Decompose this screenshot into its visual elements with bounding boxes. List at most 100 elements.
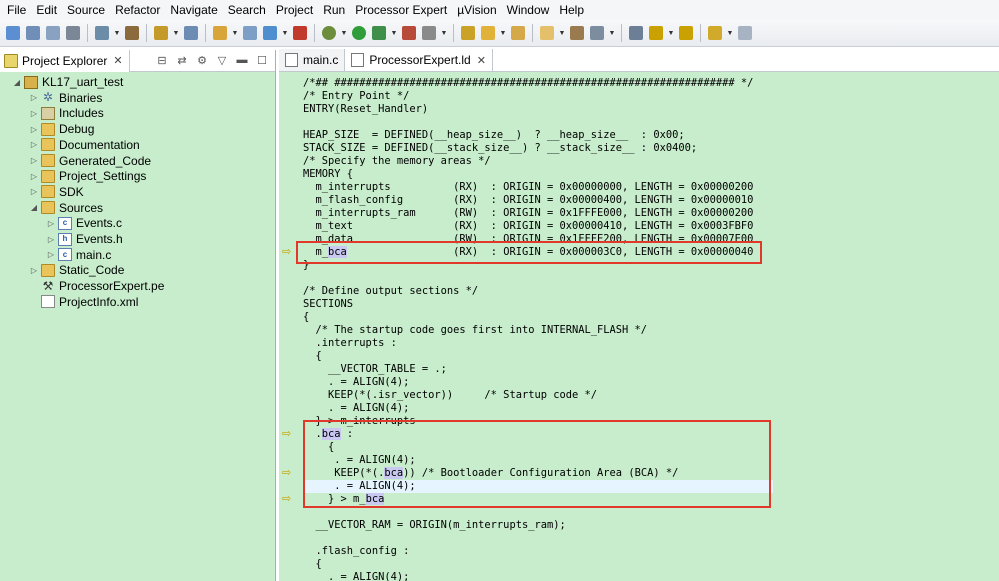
minimize-icon[interactable]: ▬ [235,53,249,67]
collapsed-arrow-icon[interactable]: ▷ [29,93,39,102]
new-project-button[interactable] [211,24,229,42]
processor-expert-button[interactable] [291,24,309,42]
open-folder-button[interactable] [509,24,527,42]
collapsed-arrow-icon[interactable]: ▷ [29,266,39,275]
link-editor-icon[interactable]: ⇄ [175,53,189,67]
tree-item-main-c[interactable]: ▷ c main.c [46,247,111,263]
occurrence-marker-icon[interactable]: ⇨ [282,247,294,258]
lightning-button[interactable] [479,24,497,42]
tree-item-projectinfo-xml[interactable]: ProjectInfo.xml [29,294,138,310]
dropdown-arrow-icon[interactable]: ▼ [558,24,566,42]
pen-button[interactable] [568,24,586,42]
tree-item-sdk[interactable]: ▷ SDK [29,184,84,200]
menu-vision[interactable]: µVision [452,0,501,20]
tab-project-explorer[interactable]: Project Explorer ✕ [0,49,130,72]
tree-item-events-h[interactable]: ▷ h Events.h [46,231,123,247]
tree-item-sources[interactable]: ◢ Sources [29,200,103,216]
dropdown-arrow-icon[interactable]: ▼ [340,24,348,42]
editor-tab-processorexpert-ld[interactable]: ProcessorExpert.ld ✕ [345,49,493,71]
menu-window[interactable]: Window [502,0,555,20]
collapsed-arrow-icon[interactable]: ▷ [29,187,39,196]
print-icon [66,26,80,40]
menu-edit[interactable]: Edit [31,0,62,20]
forward-arrow-button[interactable] [736,24,754,42]
close-icon[interactable]: ✕ [477,54,486,67]
menu-navigate[interactable]: Navigate [165,0,222,20]
save-all-button[interactable] [44,24,62,42]
dropdown-arrow-icon[interactable]: ▼ [440,24,448,42]
collapsed-arrow-icon[interactable]: ▷ [29,109,39,118]
view-menu-icon[interactable]: ▽ [215,53,229,67]
run-button[interactable] [350,24,368,42]
collapsed-arrow-icon[interactable]: ▷ [46,250,56,259]
skip-breakpoints-button[interactable] [420,24,438,42]
tree-item-generated-code[interactable]: ▷ Generated_Code [29,153,151,169]
tree-item-binaries[interactable]: ▷ ✲ Binaries [29,90,102,106]
tree-item-static-code[interactable]: ▷ Static_Code [29,262,124,278]
next-annotation-button[interactable] [647,24,665,42]
code-line: /* Entry Point */ [303,90,410,102]
menu-help[interactable]: Help [554,0,589,20]
tree-item-kl17-uart-test[interactable]: ◢ KL17_uart_test [12,74,123,90]
dropdown-arrow-icon[interactable]: ▼ [231,24,239,42]
maximize-icon[interactable]: ☐ [255,53,269,67]
run-history-button[interactable] [370,24,388,42]
dropdown-arrow-icon[interactable]: ▼ [281,24,289,42]
collapsed-arrow-icon[interactable]: ▷ [46,219,56,228]
occurrence-marker-icon[interactable]: ⇨ [282,494,294,505]
code-line: .interrupts : [303,337,397,349]
tree-item-label: ProcessorExpert.pe [59,279,165,294]
tree-item-debug[interactable]: ▷ Debug [29,121,94,137]
collapsed-arrow-icon[interactable]: ▷ [29,172,39,181]
dropdown-arrow-icon[interactable]: ▼ [667,24,675,42]
tree-item-documentation[interactable]: ▷ Documentation [29,137,140,153]
collapsed-arrow-icon[interactable]: ▷ [29,156,39,165]
hand-button[interactable] [459,24,477,42]
tree-item-includes[interactable]: ▷ Includes [29,105,104,121]
collapsed-arrow-icon[interactable]: ▷ [29,125,39,134]
menu-file[interactable]: File [2,0,31,20]
new-button[interactable] [4,24,22,42]
back-arrow-button[interactable] [706,24,724,42]
properties-button[interactable] [241,24,259,42]
tree-item-project-settings[interactable]: ▷ Project_Settings [29,168,146,184]
dropdown-arrow-icon[interactable]: ▼ [113,24,121,42]
menu-refactor[interactable]: Refactor [110,0,165,20]
external-tools-button[interactable] [400,24,418,42]
save-button[interactable] [24,24,42,42]
collapsed-arrow-icon[interactable]: ▷ [46,235,56,244]
build-settings-button[interactable] [93,24,111,42]
collapsed-arrow-icon[interactable]: ▷ [29,140,39,149]
dropdown-arrow-icon[interactable]: ▼ [172,24,180,42]
dropdown-arrow-icon[interactable]: ▼ [608,24,616,42]
expanded-arrow-icon[interactable]: ◢ [12,78,22,87]
toggle-view-button[interactable] [588,24,606,42]
menu-processor-expert[interactable]: Processor Expert [350,0,452,20]
tree-item-processorexpert-pe[interactable]: ⚒ ProcessorExpert.pe [29,278,165,294]
dropdown-arrow-icon[interactable]: ▼ [726,24,734,42]
menu-run[interactable]: Run [318,0,350,20]
filter-icon[interactable]: ⚙ [195,53,209,67]
refresh-button[interactable] [261,24,279,42]
dropdown-arrow-icon[interactable]: ▼ [390,24,398,42]
image-button[interactable] [182,24,200,42]
dropdown-arrow-icon[interactable]: ▼ [499,24,507,42]
expanded-arrow-icon[interactable]: ◢ [29,203,39,212]
menu-source[interactable]: Source [62,0,110,20]
editor-tab-main-c[interactable]: main.c [279,49,346,71]
occurrence-marker-icon[interactable]: ⇨ [282,429,294,440]
hammer-button[interactable] [123,24,141,42]
code-line: m_text (RX) : ORIGIN = 0x00000410, LENGT… [303,220,754,232]
load-button[interactable] [152,24,170,42]
occurrence-marker-icon[interactable]: ⇨ [282,468,294,479]
paragraph-button[interactable] [627,24,645,42]
print-button[interactable] [64,24,82,42]
close-icon[interactable]: ✕ [113,54,122,67]
tree-item-events-c[interactable]: ▷ c Events.c [46,215,122,231]
prev-annotation-button[interactable] [677,24,695,42]
bug-button[interactable] [320,24,338,42]
folder-button[interactable] [538,24,556,42]
menu-search[interactable]: Search [223,0,271,20]
collapse-all-icon[interactable]: ⊟ [155,53,169,67]
menu-project[interactable]: Project [271,0,318,20]
